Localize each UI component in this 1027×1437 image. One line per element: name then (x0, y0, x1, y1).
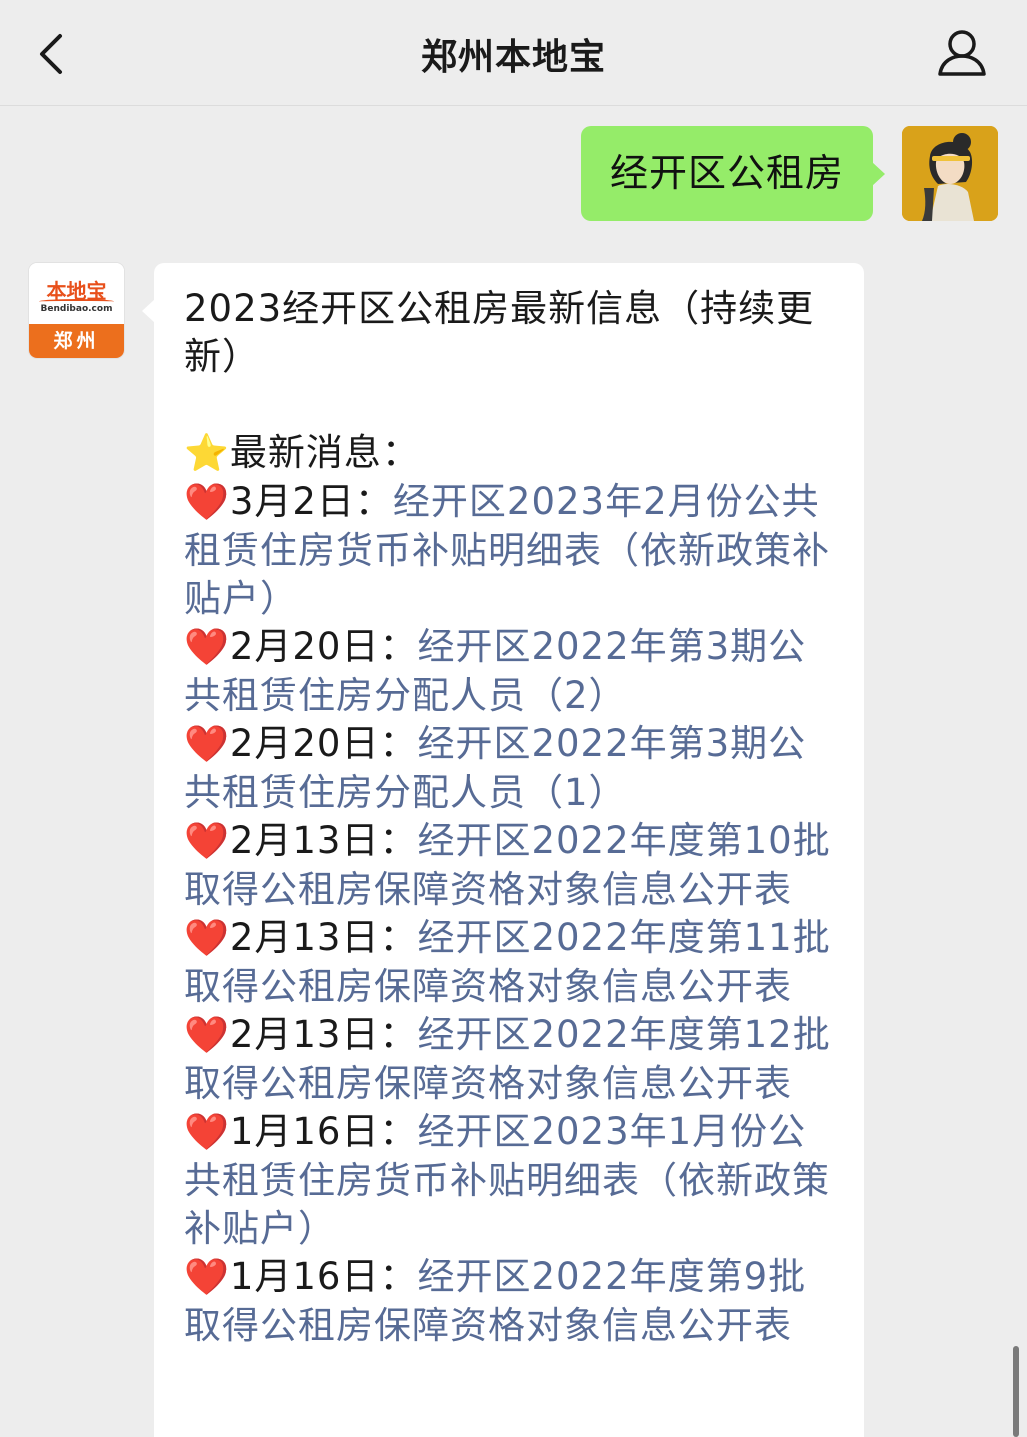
incoming-message-bubble: 2023经开区公租房最新信息（持续更新） ⭐最新消息： ❤️3月2日：经开区20… (142, 263, 864, 1437)
heart-icon: ❤️ (184, 821, 230, 862)
heart-icon: ❤️ (184, 1257, 230, 1298)
user-avatar-illustration (902, 126, 998, 221)
news-list: ❤️3月2日：经开区2023年2月份公共租赁住房货币补贴明细表（依新政策补贴户）… (184, 478, 840, 1350)
bot-avatar[interactable]: 本地宝 Bendibao.com 郑州 (29, 263, 124, 358)
outgoing-message-bubble[interactable]: 经开区公租房 (581, 126, 885, 221)
item-date: 2月20日： (229, 722, 418, 765)
heart-icon: ❤️ (184, 1015, 230, 1056)
chat-screen: 郑州本地宝 经开区公租房 本地宝 Bendibao.com 郑州 2023经开区… (0, 0, 1027, 1437)
item-date: 2月13日： (229, 819, 418, 862)
logo-city: 郑州 (29, 324, 124, 358)
item-date: 2月13日： (229, 1013, 418, 1056)
user-avatar[interactable] (902, 126, 998, 221)
scrollbar[interactable] (1013, 1346, 1019, 1437)
message-title: 2023经开区公租房最新信息（持续更新） (184, 287, 815, 378)
item-date: 1月16日： (229, 1255, 418, 1298)
list-item: ❤️1月16日：经开区2023年1月份公共租赁住房货币补贴明细表（依新政策补贴户… (184, 1108, 840, 1253)
item-date: 3月2日： (229, 480, 393, 523)
heart-icon: ❤️ (184, 627, 230, 668)
list-item: ❤️2月13日：经开区2022年度第12批取得公租房保障资格对象信息公开表 (184, 1011, 840, 1108)
item-date: 2月13日： (229, 916, 418, 959)
list-item: ❤️2月20日：经开区2022年第3期公共租赁住房分配人员（1） (184, 720, 840, 817)
list-item: ❤️2月20日：经开区2022年第3期公共租赁住房分配人员（2） (184, 623, 840, 720)
item-date: 1月16日： (229, 1110, 418, 1153)
star-icon: ⭐ (184, 433, 230, 474)
heart-icon: ❤️ (184, 918, 230, 959)
heart-icon: ❤️ (184, 724, 230, 765)
list-item: ❤️1月16日：经开区2022年度第9批取得公租房保障资格对象信息公开表 (184, 1253, 840, 1350)
section-label: 最新消息： (229, 431, 420, 474)
logo-subtext: Bendibao.com (40, 304, 113, 314)
heart-icon: ❤️ (184, 1112, 230, 1153)
logo-top: 本地宝 Bendibao.com (29, 263, 124, 324)
person-icon (938, 30, 986, 76)
nav-bar: 郑州本地宝 (0, 0, 1027, 106)
heart-icon: ❤️ (184, 482, 230, 523)
section-header: ⭐最新消息： (184, 429, 840, 478)
profile-button[interactable] (934, 28, 990, 80)
item-date: 2月20日： (229, 625, 418, 668)
page-title: 郑州本地宝 (420, 37, 606, 78)
list-item: ❤️2月13日：经开区2022年度第10批取得公租房保障资格对象信息公开表 (184, 817, 840, 914)
list-item: ❤️2月13日：经开区2022年度第11批取得公租房保障资格对象信息公开表 (184, 914, 840, 1011)
list-item: ❤️3月2日：经开区2023年2月份公共租赁住房货币补贴明细表（依新政策补贴户） (184, 478, 840, 623)
